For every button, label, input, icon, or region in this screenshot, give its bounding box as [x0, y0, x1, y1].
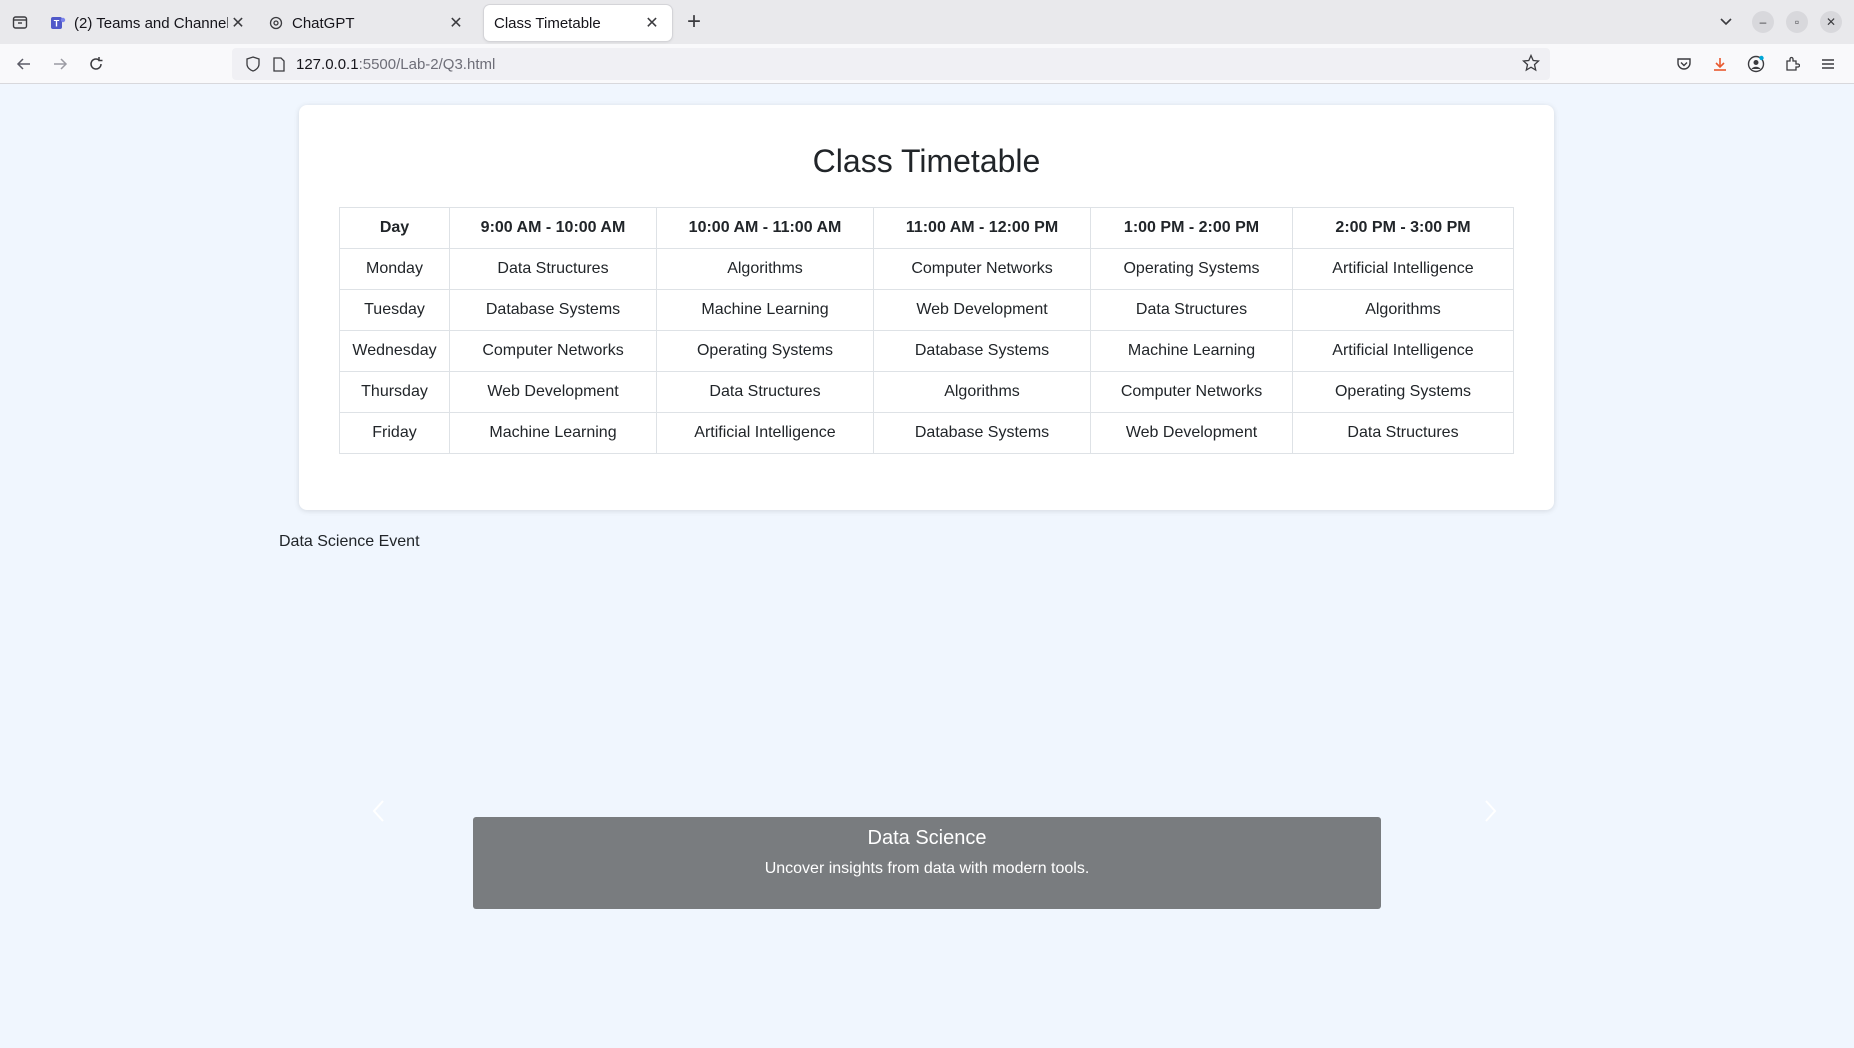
table-cell: Operating Systems — [1292, 371, 1514, 413]
table-cell: Web Development — [449, 371, 657, 413]
table-cell: Friday — [339, 412, 450, 454]
tab-title: (2) Teams and Channels | — [74, 14, 228, 32]
table-cell: Data Structures — [449, 248, 657, 290]
page-content: Class Timetable Day 9:00 AM - 10:00 AM 1… — [0, 85, 1854, 1048]
table-cell: Machine Learning — [1090, 330, 1293, 372]
table-cell: Database Systems — [873, 330, 1091, 372]
table-row: Thursday Web Development Data Structures… — [339, 371, 1514, 413]
table-cell: Database Systems — [873, 412, 1091, 454]
minimize-icon[interactable]: – — [1746, 5, 1780, 39]
close-icon[interactable]: ✕ — [228, 13, 248, 33]
carousel-next-icon[interactable] — [1470, 791, 1510, 831]
table-row: Tuesday Database Systems Machine Learnin… — [339, 289, 1514, 331]
close-window-icon[interactable]: ✕ — [1814, 5, 1848, 39]
tab-class-timetable[interactable]: Class Timetable ✕ — [484, 5, 672, 41]
navigation-bar: 127.0.0.1:5500/Lab-2/Q3.html — [0, 44, 1854, 84]
menu-icon[interactable] — [1810, 46, 1846, 82]
table-cell: Operating Systems — [1090, 248, 1293, 290]
shield-icon[interactable] — [240, 56, 266, 72]
column-header: 10:00 AM - 11:00 AM — [656, 207, 874, 249]
new-tab-button[interactable]: + — [676, 4, 712, 40]
table-cell: Computer Networks — [1090, 371, 1293, 413]
close-icon[interactable]: ✕ — [446, 13, 466, 33]
caption-title: Data Science — [867, 827, 987, 849]
table-cell: Algorithms — [1292, 289, 1514, 331]
table-cell: Database Systems — [449, 289, 657, 331]
tab-overview-icon[interactable] — [0, 0, 40, 44]
table-cell: Machine Learning — [656, 289, 874, 331]
timetable: Day 9:00 AM - 10:00 AM 10:00 AM - 11:00 … — [339, 207, 1514, 454]
extensions-icon[interactable] — [1774, 46, 1810, 82]
table-cell: Data Structures — [656, 371, 874, 413]
toolbar-right — [1666, 46, 1846, 82]
page-title: Class Timetable — [812, 143, 1041, 179]
table-cell: Operating Systems — [656, 330, 874, 372]
svg-text:T: T — [54, 19, 60, 29]
tab-title: ChatGPT — [292, 14, 355, 32]
restore-icon[interactable]: ▫ — [1780, 5, 1814, 39]
bookmark-star-icon[interactable] — [1521, 53, 1541, 77]
reload-icon[interactable] — [78, 46, 114, 82]
caption-text: Uncover insights from data with modern t… — [764, 860, 1090, 877]
table-cell: Artificial Intelligence — [656, 412, 874, 454]
table-cell: Computer Networks — [873, 248, 1091, 290]
account-icon[interactable] — [1738, 46, 1774, 82]
timetable-card: Class Timetable Day 9:00 AM - 10:00 AM 1… — [299, 105, 1554, 510]
column-header: Day — [339, 207, 450, 249]
table-cell: Monday — [339, 248, 450, 290]
page-icon[interactable] — [266, 56, 292, 72]
url-path: :5500/Lab-2/Q3.html — [358, 55, 496, 73]
url-host: 127.0.0.1 — [296, 55, 359, 73]
tab-title: Class Timetable — [494, 14, 601, 32]
downloads-icon[interactable] — [1702, 46, 1738, 82]
url-text: 127.0.0.1:5500/Lab-2/Q3.html — [296, 56, 495, 73]
table-cell: Web Development — [1090, 412, 1293, 454]
tab-teams[interactable]: T (2) Teams and Channels | ✕ — [40, 5, 258, 41]
table-cell: Artificial Intelligence — [1292, 248, 1514, 290]
pocket-icon[interactable] — [1666, 46, 1702, 82]
carousel-prev-icon[interactable] — [359, 791, 399, 831]
back-icon[interactable] — [6, 46, 42, 82]
close-icon[interactable]: ✕ — [642, 13, 662, 33]
table-row: Monday Data Structures Algorithms Comput… — [339, 248, 1514, 290]
table-cell: Algorithms — [873, 371, 1091, 413]
chevron-down-icon[interactable] — [1706, 0, 1746, 44]
table-cell: Computer Networks — [449, 330, 657, 372]
table-cell: Artificial Intelligence — [1292, 330, 1514, 372]
event-title: Data Science Event — [279, 533, 420, 550]
carousel-caption: Data Science Uncover insights from data … — [473, 817, 1381, 909]
table-cell: Web Development — [873, 289, 1091, 331]
chatgpt-icon — [268, 15, 284, 31]
teams-icon: T — [50, 15, 66, 31]
table-cell: Machine Learning — [449, 412, 657, 454]
address-bar[interactable]: 127.0.0.1:5500/Lab-2/Q3.html — [232, 48, 1550, 80]
table-cell: Wednesday — [339, 330, 450, 372]
table-cell: Tuesday — [339, 289, 450, 331]
tab-chatgpt[interactable]: ChatGPT ✕ — [258, 5, 476, 41]
table-header-row: Day 9:00 AM - 10:00 AM 10:00 AM - 11:00 … — [339, 207, 1514, 249]
column-header: 11:00 AM - 12:00 PM — [873, 207, 1091, 249]
table-cell: Data Structures — [1090, 289, 1293, 331]
table-row: Friday Machine Learning Artificial Intel… — [339, 412, 1514, 454]
table-row: Wednesday Computer Networks Operating Sy… — [339, 330, 1514, 372]
tab-bar: T (2) Teams and Channels | ✕ ChatGPT ✕ C… — [0, 0, 1854, 44]
table-cell: Algorithms — [656, 248, 874, 290]
column-header: 1:00 PM - 2:00 PM — [1090, 207, 1293, 249]
forward-icon[interactable] — [42, 46, 78, 82]
column-header: 9:00 AM - 10:00 AM — [449, 207, 657, 249]
window-controls: – ▫ ✕ — [1746, 0, 1854, 44]
column-header: 2:00 PM - 3:00 PM — [1292, 207, 1514, 249]
table-cell: Thursday — [339, 371, 450, 413]
table-cell: Data Structures — [1292, 412, 1514, 454]
event-carousel: Data Science Uncover insights from data … — [279, 561, 1575, 1021]
